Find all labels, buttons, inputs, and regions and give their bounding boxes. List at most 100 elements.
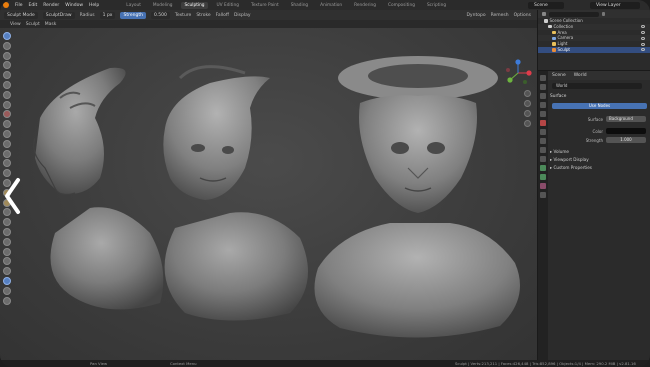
texture-tab-icon[interactable] bbox=[540, 192, 546, 198]
tab-texture-paint[interactable]: Texture Paint bbox=[248, 2, 282, 9]
radius-field[interactable]: 1 px bbox=[99, 11, 116, 19]
tab-rendering[interactable]: Rendering bbox=[351, 2, 379, 9]
inflate-brush-icon[interactable] bbox=[3, 80, 11, 89]
tab-animation[interactable]: Animation bbox=[317, 2, 345, 9]
physics-tab-icon[interactable] bbox=[540, 156, 546, 162]
tab-layout[interactable]: Layout bbox=[123, 2, 144, 9]
particles-tab-icon[interactable] bbox=[540, 147, 546, 153]
mask-brush-icon[interactable] bbox=[3, 247, 11, 256]
menu-edit[interactable]: Edit bbox=[29, 3, 38, 8]
section-custom-properties[interactable]: ▸ Custom Properties bbox=[550, 165, 592, 170]
section-volume[interactable]: ▸ Volume bbox=[550, 149, 569, 154]
menu-help[interactable]: Help bbox=[89, 3, 99, 8]
transform-icon[interactable] bbox=[3, 296, 11, 305]
slide-relax-brush-icon[interactable] bbox=[3, 227, 11, 236]
gizmo-neg-y[interactable] bbox=[523, 80, 527, 84]
filter-icon[interactable] bbox=[601, 12, 605, 16]
outliner-display-mode-icon[interactable] bbox=[542, 12, 546, 16]
view-layer-selector[interactable]: View Layer bbox=[590, 1, 640, 9]
tab-scene[interactable]: Scene bbox=[552, 73, 566, 78]
render-tab-icon[interactable] bbox=[540, 84, 546, 90]
view-layer-tab-icon[interactable] bbox=[540, 102, 546, 108]
navigation-gizmo[interactable] bbox=[503, 58, 533, 88]
brush-menu-label[interactable]: Texture bbox=[175, 13, 191, 18]
blender-logo-icon[interactable] bbox=[3, 2, 9, 8]
layer-brush-icon[interactable] bbox=[3, 71, 11, 80]
box-mask-icon[interactable] bbox=[3, 257, 11, 266]
outliner-search-input[interactable] bbox=[548, 11, 599, 17]
menu-render[interactable]: Render bbox=[43, 3, 59, 8]
tab-modeling[interactable]: Modeling bbox=[150, 2, 176, 9]
color-swatch[interactable] bbox=[606, 128, 646, 134]
display-menu[interactable]: Display bbox=[234, 13, 251, 18]
world-selector[interactable]: World bbox=[552, 83, 642, 89]
outliner-row-sculpt[interactable]: Sculpt bbox=[538, 46, 650, 53]
previous-slide-arrow-icon[interactable] bbox=[2, 176, 24, 216]
sculpt-menu[interactable]: Sculpt bbox=[26, 22, 40, 27]
lasso-mask-icon[interactable] bbox=[3, 267, 11, 276]
flatten-brush-icon[interactable] bbox=[3, 120, 11, 129]
surface-panel-title[interactable]: Surface bbox=[550, 94, 566, 99]
modifier-tab-icon[interactable] bbox=[540, 138, 546, 144]
tab-sculpting[interactable]: Sculpting bbox=[181, 1, 208, 9]
data-tab-icon[interactable] bbox=[540, 174, 546, 180]
draw-brush-icon[interactable] bbox=[3, 32, 11, 40]
material-tab-icon[interactable] bbox=[540, 183, 546, 189]
use-nodes-button[interactable]: Use Nodes bbox=[552, 103, 647, 109]
scene-selector[interactable]: Scene bbox=[528, 1, 564, 9]
visibility-eye-icon[interactable] bbox=[641, 42, 645, 46]
strength-value-field[interactable]: 1.000 bbox=[606, 137, 646, 143]
mesh-filter-icon[interactable] bbox=[3, 276, 11, 285]
gizmo-z-axis[interactable] bbox=[515, 59, 521, 65]
draw-sharp-brush-icon[interactable] bbox=[3, 41, 11, 50]
remesh-menu[interactable]: Remesh bbox=[491, 13, 509, 18]
view-menu[interactable]: View bbox=[10, 22, 21, 27]
pan-hand-icon[interactable] bbox=[524, 100, 531, 107]
visibility-eye-icon[interactable] bbox=[641, 36, 645, 40]
blob-brush-icon[interactable] bbox=[3, 90, 11, 99]
visibility-eye-icon[interactable] bbox=[641, 25, 645, 29]
fill-brush-icon[interactable] bbox=[3, 129, 11, 138]
scene-tab-icon[interactable] bbox=[540, 111, 546, 117]
grab-brush-icon[interactable] bbox=[3, 159, 11, 168]
options-menu[interactable]: Options bbox=[514, 13, 531, 18]
constraints-tab-icon[interactable] bbox=[540, 165, 546, 171]
scrape-brush-icon[interactable] bbox=[3, 139, 11, 148]
mode-selector[interactable]: Sculpt Mode bbox=[4, 11, 38, 19]
world-tab-icon[interactable] bbox=[540, 120, 546, 126]
gizmo-y-axis[interactable] bbox=[507, 77, 513, 83]
rotate-brush-icon[interactable] bbox=[3, 218, 11, 227]
tab-scripting[interactable]: Scripting bbox=[424, 2, 449, 9]
visibility-eye-icon[interactable] bbox=[641, 48, 645, 52]
clay-brush-icon[interactable] bbox=[3, 51, 11, 60]
tab-shading[interactable]: Shading bbox=[288, 2, 311, 9]
pinch-brush-icon[interactable] bbox=[3, 149, 11, 158]
menu-window[interactable]: Window bbox=[65, 3, 83, 8]
object-tab-icon[interactable] bbox=[540, 129, 546, 135]
crease-brush-icon[interactable] bbox=[3, 100, 11, 109]
menu-file[interactable]: File bbox=[15, 3, 23, 8]
smooth-brush-icon[interactable] bbox=[3, 110, 11, 119]
dyntopo-menu[interactable]: Dyntopo bbox=[466, 13, 485, 18]
3d-viewport[interactable] bbox=[0, 28, 537, 360]
brush-selector[interactable]: SculptDraw bbox=[42, 11, 75, 19]
grid-perspective-icon[interactable] bbox=[524, 120, 531, 127]
strength-field[interactable]: 0.500 bbox=[150, 11, 170, 19]
camera-view-icon[interactable] bbox=[524, 110, 531, 117]
clay-strips-brush-icon[interactable] bbox=[3, 61, 11, 70]
mask-menu[interactable]: Mask bbox=[45, 22, 57, 27]
gizmo-neg-x[interactable] bbox=[506, 68, 510, 72]
tab-world[interactable]: World bbox=[574, 73, 587, 78]
falloff-menu[interactable]: Falloff bbox=[216, 13, 229, 18]
zoom-icon[interactable] bbox=[524, 90, 531, 97]
simplify-brush-icon[interactable] bbox=[3, 237, 11, 246]
tab-compositing[interactable]: Compositing bbox=[385, 2, 418, 9]
output-tab-icon[interactable] bbox=[540, 93, 546, 99]
gizmo-x-axis[interactable] bbox=[526, 70, 532, 76]
visibility-eye-icon[interactable] bbox=[641, 30, 645, 34]
move-icon[interactable] bbox=[3, 286, 11, 295]
stroke-menu[interactable]: Stroke bbox=[196, 13, 210, 18]
section-viewport-display[interactable]: ▸ Viewport Display bbox=[550, 157, 589, 162]
tool-tab-icon[interactable] bbox=[540, 75, 546, 81]
tab-uv-editing[interactable]: UV Editing bbox=[214, 2, 242, 9]
